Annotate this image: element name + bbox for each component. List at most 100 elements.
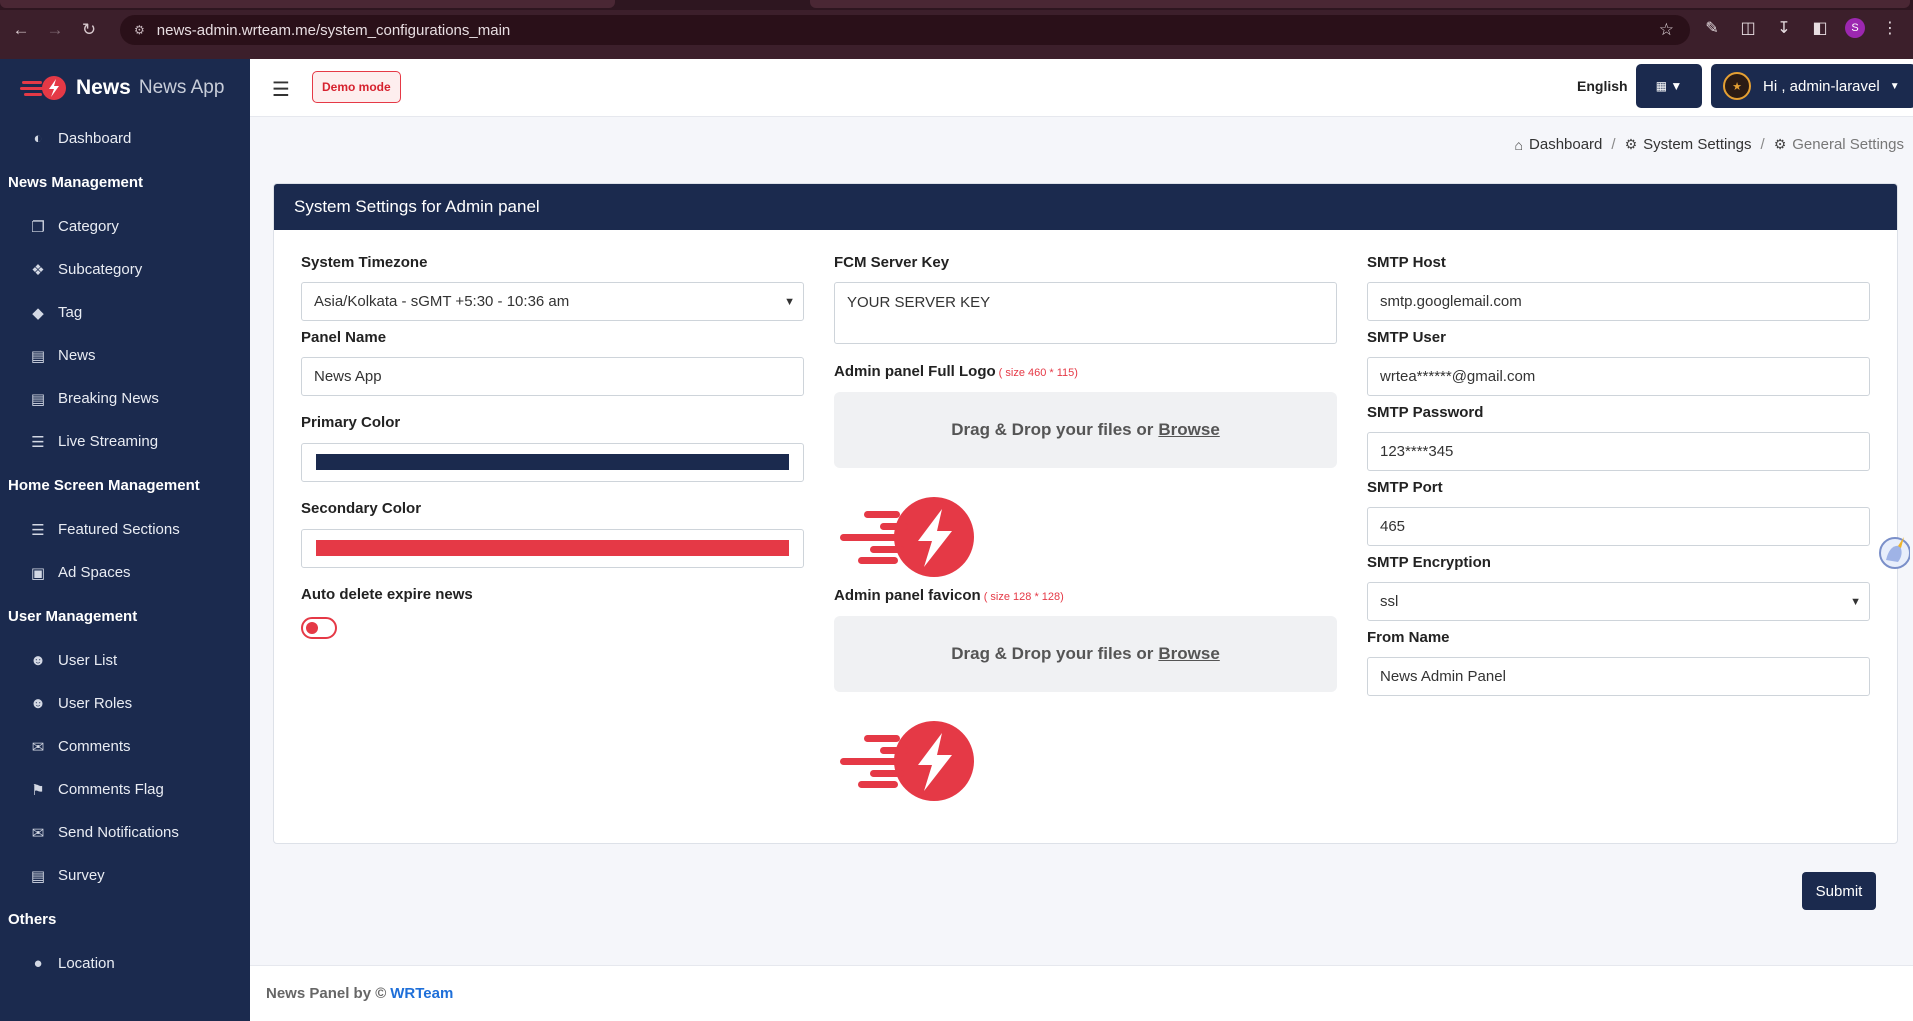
language-dropdown[interactable]: ▦ ▼ bbox=[1636, 64, 1702, 108]
browser-tab[interactable] bbox=[810, 0, 1910, 8]
primary-color-label: Primary Color bbox=[301, 414, 401, 431]
browse-link[interactable]: Browse bbox=[1158, 644, 1219, 664]
fcm-key-label: FCM Server Key bbox=[834, 254, 950, 271]
footer: News Panel by © WRTeam bbox=[250, 965, 1913, 1021]
site-info-icon[interactable]: ⚙ bbox=[134, 23, 145, 37]
user-menu-button[interactable]: ★ Hi , admin-laravel ▼ bbox=[1711, 64, 1913, 108]
card-title: System Settings for Admin panel bbox=[274, 184, 1897, 230]
sidebar-item-tag[interactable]: ◆ Tag bbox=[0, 291, 250, 334]
fcm-key-textarea[interactable]: YOUR SERVER KEY bbox=[834, 282, 1337, 344]
sidebar-item-comments-flag[interactable]: ⚑ Comments Flag bbox=[0, 768, 250, 811]
panel-name-input[interactable]: News App bbox=[301, 357, 804, 396]
sidebar-item-label: Live Streaming bbox=[58, 433, 159, 450]
primary-color-swatch bbox=[316, 454, 789, 470]
breadcrumb-label: Dashboard bbox=[1529, 136, 1603, 153]
smtp-encryption-select[interactable]: ssl ▼ bbox=[1367, 582, 1870, 621]
sidebar-item-dashboard[interactable]: ◐ Dashboard bbox=[0, 117, 250, 160]
panel-name-value: News App bbox=[314, 368, 382, 385]
sidebar-item-subcategory[interactable]: ❖ Subcategory bbox=[0, 248, 250, 291]
news-logo-icon bbox=[20, 76, 66, 100]
chevron-down-icon: ▼ bbox=[1670, 79, 1683, 93]
list-icon: ☰ bbox=[31, 433, 45, 451]
megaphone-icon: ✉ bbox=[31, 824, 45, 842]
breadcrumb-label: System Settings bbox=[1643, 136, 1752, 153]
primary-color-picker[interactable] bbox=[301, 443, 804, 482]
smtp-password-value: 123****345 bbox=[1380, 443, 1454, 460]
smtp-host-value: smtp.googlemail.com bbox=[1380, 293, 1522, 310]
full-logo-label: Admin panel Full Logo( size 460 * 115) bbox=[834, 363, 1078, 380]
brand[interactable]: News News App bbox=[0, 59, 250, 117]
address-bar[interactable]: ⚙ news-admin.wrteam.me/system_configurat… bbox=[120, 15, 1690, 45]
smtp-host-label: SMTP Host bbox=[1367, 254, 1446, 271]
panel-name-label: Panel Name bbox=[301, 329, 387, 346]
sidebar-item-label: Tag bbox=[58, 304, 83, 321]
from-name-input[interactable]: News Admin Panel bbox=[1367, 657, 1870, 696]
sidebar-menu: ◐ Dashboard News Management ❐ Category ❖ Su… bbox=[0, 117, 250, 985]
breadcrumb-system-settings[interactable]: ⚙ System Settings bbox=[1625, 136, 1752, 153]
download-icon[interactable]: ↧ bbox=[1773, 18, 1795, 38]
full-logo-dropzone[interactable]: Drag & Drop your files or Browse bbox=[834, 392, 1337, 468]
sidebar-item-featured-sections[interactable]: ☰ Featured Sections bbox=[0, 508, 250, 551]
back-icon[interactable]: ← bbox=[8, 17, 34, 43]
profile-avatar[interactable]: S bbox=[1845, 18, 1865, 38]
smtp-password-input[interactable]: 123****345 bbox=[1367, 432, 1870, 471]
sidebar-item-live-streaming[interactable]: ☰ Live Streaming bbox=[0, 420, 250, 463]
auto-delete-toggle[interactable] bbox=[301, 617, 337, 639]
reload-icon[interactable]: ↻ bbox=[76, 17, 102, 43]
user-role-icon: ☻ bbox=[30, 695, 46, 712]
sidebar-item-comments[interactable]: ✉ Comments bbox=[0, 725, 250, 768]
dropzone-text: Drag & Drop your files or bbox=[951, 420, 1154, 439]
submit-button[interactable]: Submit bbox=[1802, 872, 1876, 910]
sidebar-item-news[interactable]: ▤ News bbox=[0, 334, 250, 377]
smtp-user-label: SMTP User bbox=[1367, 329, 1446, 346]
sidebar-item-location[interactable]: ● Location bbox=[0, 942, 250, 985]
breadcrumb-separator: / bbox=[1611, 136, 1616, 153]
breadcrumb-dashboard[interactable]: ⌂ Dashboard bbox=[1515, 136, 1603, 153]
browse-link[interactable]: Browse bbox=[1158, 420, 1219, 440]
more-menu-icon[interactable]: ⋮ bbox=[1879, 18, 1901, 38]
sidebar-item-user-list[interactable]: ☻ User List bbox=[0, 639, 250, 682]
bookmark-star-icon[interactable]: ☆ bbox=[1659, 20, 1674, 40]
smtp-encryption-value: ssl bbox=[1380, 593, 1399, 610]
sidebar-item-label: Ad Spaces bbox=[58, 564, 131, 581]
sidebar-item-category[interactable]: ❐ Category bbox=[0, 205, 250, 248]
sidebar-item-breaking-news[interactable]: ▤ Breaking News bbox=[0, 377, 250, 420]
sidebar-item-ad-spaces[interactable]: ▣ Ad Spaces bbox=[0, 551, 250, 594]
sidebar-item-label: Breaking News bbox=[58, 390, 159, 407]
pen-icon[interactable]: ✎ bbox=[1701, 18, 1723, 38]
browser-toolbar: ← → ↻ ⚙ news-admin.wrteam.me/system_conf… bbox=[0, 0, 1913, 59]
timezone-select[interactable]: Asia/Kolkata - sGMT +5:30 - 10:36 am ▼ bbox=[301, 282, 804, 321]
sidebar-item-label: Subcategory bbox=[58, 261, 143, 278]
section-heading: Others bbox=[8, 911, 57, 928]
sidebar-item-send-notifications[interactable]: ✉ Send Notifications bbox=[0, 811, 250, 854]
sidebar-item-label: Featured Sections bbox=[58, 521, 180, 538]
smtp-port-input[interactable]: 465 bbox=[1367, 507, 1870, 546]
smtp-host-input[interactable]: smtp.googlemail.com bbox=[1367, 282, 1870, 321]
unicorn-widget-icon[interactable] bbox=[1876, 534, 1910, 572]
favicon-label-text: Admin panel favicon bbox=[834, 587, 981, 604]
user-greeting: Hi , admin-laravel bbox=[1763, 77, 1880, 95]
footer-link[interactable]: WRTeam bbox=[390, 985, 453, 1002]
full-logo-label-text: Admin panel Full Logo bbox=[834, 363, 996, 380]
forward-icon[interactable]: → bbox=[42, 17, 68, 43]
top-navbar: ☰ Demo mode English ▦ ▼ ★ Hi , admin-lar… bbox=[250, 59, 1913, 117]
favicon-dropzone[interactable]: Drag & Drop your files or Browse bbox=[834, 616, 1337, 692]
sidebar-item-survey[interactable]: ▤ Survey bbox=[0, 854, 250, 897]
smtp-port-value: 465 bbox=[1380, 518, 1406, 535]
sidebar-item-label: Dashboard bbox=[58, 130, 132, 147]
ad-icon: ▣ bbox=[30, 564, 46, 582]
sidebar-item-label: Survey bbox=[58, 867, 105, 884]
side-panel-icon[interactable]: ◧ bbox=[1809, 18, 1831, 38]
hamburger-icon[interactable]: ☰ bbox=[272, 77, 290, 102]
breadcrumb: ⌂ Dashboard / ⚙ System Settings / ⚙ General… bbox=[1515, 136, 1904, 153]
demo-mode-badge: Demo mode bbox=[312, 71, 401, 103]
map-pin-icon: ● bbox=[33, 955, 43, 972]
secondary-color-picker[interactable] bbox=[301, 529, 804, 568]
chevron-down-icon: ▼ bbox=[1889, 80, 1900, 92]
smtp-user-input[interactable]: wrtea******@gmail.com bbox=[1367, 357, 1870, 396]
smtp-encryption-label: SMTP Encryption bbox=[1367, 554, 1491, 571]
browser-tab[interactable] bbox=[0, 0, 615, 8]
extensions-icon[interactable]: ◫ bbox=[1737, 18, 1759, 38]
speedometer-icon: ◐ bbox=[33, 130, 43, 147]
sidebar-item-user-roles[interactable]: ☻ User Roles bbox=[0, 682, 250, 725]
